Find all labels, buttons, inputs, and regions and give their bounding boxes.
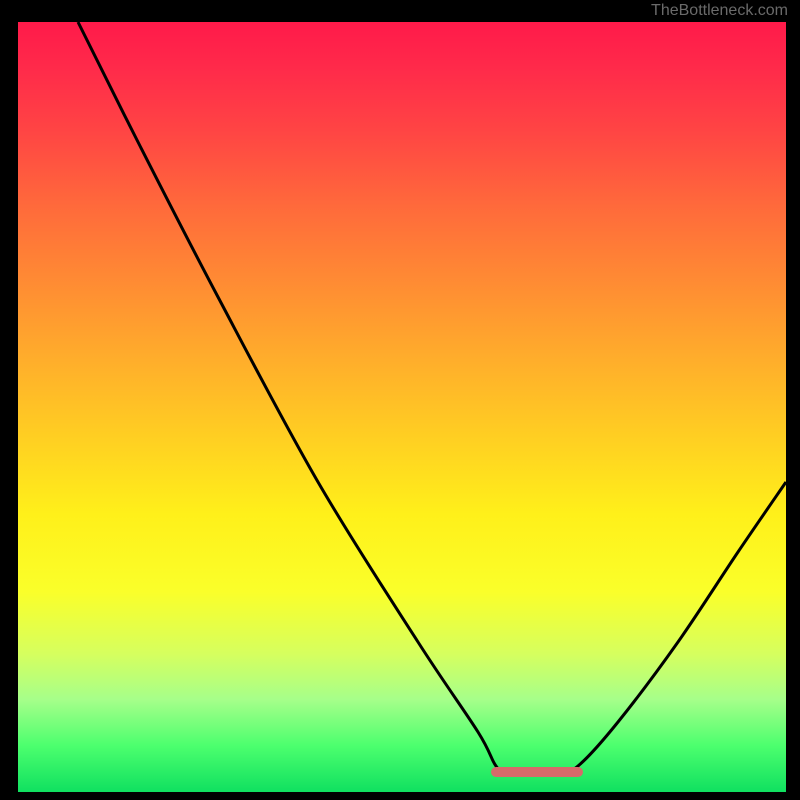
bottleneck-curve-chart [18, 22, 786, 792]
curve-line [78, 22, 786, 773]
watermark: TheBottleneck.com [651, 2, 788, 20]
